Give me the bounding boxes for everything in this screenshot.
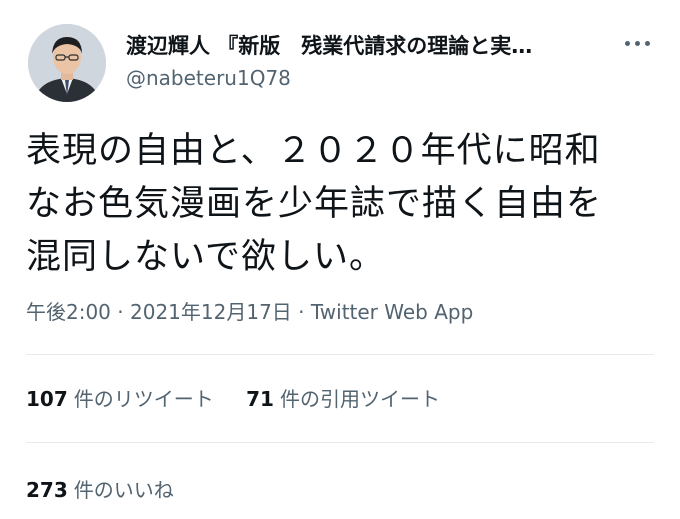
more-dot: [624, 40, 630, 46]
retweets-count: 107: [26, 387, 68, 411]
likes-label: 件のいいね: [73, 478, 174, 502]
quotes-stat[interactable]: 71 件の引用ツイート: [246, 387, 440, 411]
tweet-text-line: 表現の自由と、２０２０年代に昭和: [26, 131, 601, 171]
tweet-meta: 午後2:00 · 2021年12月17日 · Twitter Web App: [26, 296, 473, 325]
author-handle[interactable]: @nabeteru1Q78: [126, 66, 291, 90]
likes-stat[interactable]: 273 件のいいね: [26, 478, 174, 502]
tweet-date[interactable]: 2021年12月17日: [130, 300, 292, 324]
likes-count: 273: [26, 478, 68, 502]
divider: [26, 442, 654, 443]
likes-row: 273 件のいいね: [26, 474, 200, 503]
avatar-photo: [28, 24, 106, 102]
more-dot: [644, 40, 650, 46]
tweet-time[interactable]: 午後2:00: [26, 300, 111, 324]
retweets-label: 件のリツイート: [73, 387, 214, 411]
tweet-source[interactable]: Twitter Web App: [311, 300, 473, 324]
quotes-label: 件の引用ツイート: [279, 387, 440, 411]
tweet-header: 渡辺輝人 『新版 残業代請求の理論と実… @nabeteru1Q78: [0, 0, 680, 110]
retweets-stat[interactable]: 107 件のリツイート: [26, 387, 220, 411]
tweet-text: 表現の自由と、２０２０年代に昭和 なお色気漫画を少年誌で描く自由を 混同しないで…: [26, 125, 656, 284]
avatar[interactable]: [28, 24, 106, 102]
meta-separator: ·: [298, 300, 305, 324]
tweet-text-line: 混同しないで欲しい。: [26, 237, 385, 277]
more-dot: [634, 40, 640, 46]
divider: [26, 354, 654, 355]
more-horizontal-icon[interactable]: [620, 30, 654, 56]
tweet-text-line: なお色気漫画を少年誌で描く自由を: [26, 184, 603, 224]
quotes-count: 71: [246, 387, 274, 411]
author-display-name[interactable]: 渡辺輝人 『新版 残業代請求の理論と実…: [126, 30, 596, 60]
stats-row: 107 件のリツイート 71 件の引用ツイート: [26, 383, 466, 412]
meta-separator: ·: [117, 300, 124, 324]
